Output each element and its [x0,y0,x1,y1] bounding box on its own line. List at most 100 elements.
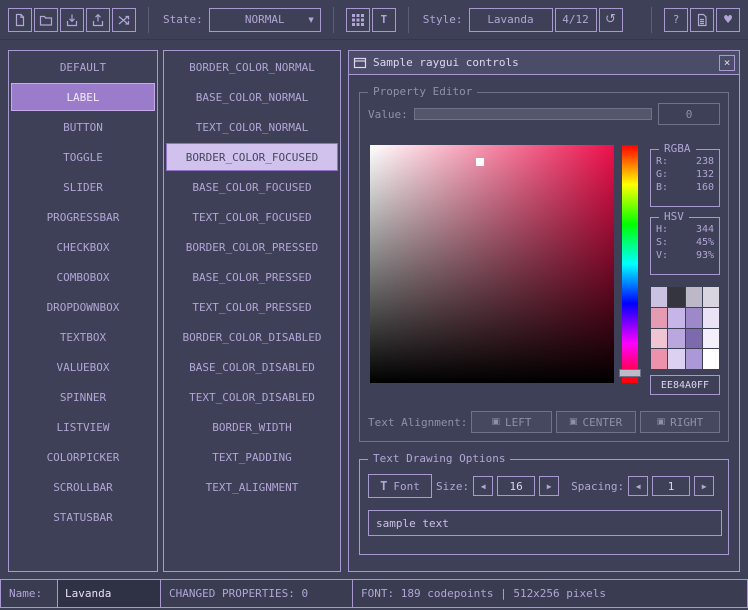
font-button[interactable]: T Font [368,474,432,498]
state-dropdown[interactable]: NORMAL ▼ [209,8,321,32]
font-atlas-button[interactable]: T [372,8,396,32]
folder-open-icon [39,13,53,27]
spacing-value-box[interactable]: 1 [652,476,690,496]
spacing-label: Spacing: [571,480,624,493]
color-swatch[interactable] [651,329,667,349]
color-swatch[interactable] [703,349,719,369]
control-list-item[interactable]: CHECKBOX [11,233,155,261]
style-table-button[interactable] [346,8,370,32]
control-list-item-label: TEXTBOX [60,331,106,344]
control-list-item[interactable]: COMBOBOX [11,263,155,291]
property-list-item[interactable]: TEXT_ALIGNMENT [166,473,338,501]
property-list-item[interactable]: BORDER_COLOR_PRESSED [166,233,338,261]
control-list-item[interactable]: DEFAULT [11,53,155,81]
property-list-item[interactable]: BASE_COLOR_NORMAL [166,83,338,111]
color-swatch[interactable] [703,329,719,349]
about-button[interactable] [690,8,714,32]
color-swatch[interactable] [668,349,684,369]
rgba-blue-row: B: 160 [651,181,719,194]
style-selector[interactable]: Lavanda [469,8,553,32]
property-list-item-label: BASE_COLOR_DISABLED [189,361,315,374]
size-value-box[interactable]: 16 [497,476,535,496]
property-list-item[interactable]: BORDER_COLOR_DISABLED [166,323,338,351]
property-list-item[interactable]: TEXT_COLOR_PRESSED [166,293,338,321]
property-list-item[interactable]: BORDER_COLOR_FOCUSED [166,143,338,171]
document-info-icon [695,13,709,27]
control-list-item[interactable]: VALUEBOX [11,353,155,381]
property-list-item[interactable]: BORDER_WIDTH [166,413,338,441]
control-list-item[interactable]: STATUSBAR [11,503,155,531]
control-list-item[interactable]: DROPDOWNBOX [11,293,155,321]
new-style-button[interactable] [8,8,32,32]
sv-panel[interactable] [370,145,614,383]
spacing-increase-button[interactable]: ▶ [694,476,714,496]
sponsor-button[interactable]: ♥ [716,8,740,32]
hue-bar[interactable] [622,145,638,383]
font-t-icon: T [380,479,387,493]
sample-text-input[interactable] [368,510,722,536]
control-list-item-label: COLORPICKER [47,451,120,464]
export-style-button[interactable] [86,8,110,32]
help-button[interactable]: ? [664,8,688,32]
save-style-button[interactable] [60,8,84,32]
hue-slider-handle[interactable] [619,369,641,377]
property-list-item[interactable]: TEXT_COLOR_NORMAL [166,113,338,141]
shuffle-icon [117,13,131,27]
color-swatch[interactable] [668,329,684,349]
text-drawing-options-title: Text Drawing Options [368,452,510,465]
property-list-item[interactable]: BASE_COLOR_FOCUSED [166,173,338,201]
style-name-input[interactable] [57,579,161,608]
spacing-decrease-button[interactable]: ◀ [628,476,648,496]
color-swatch[interactable] [668,287,684,307]
alignment-button: ▣ LEFT [471,411,551,433]
style-selector-value: Lavanda [487,13,533,26]
color-swatch[interactable] [668,308,684,328]
control-list-item[interactable]: TOGGLE [11,143,155,171]
control-list-item[interactable]: BUTTON [11,113,155,141]
window-titlebar[interactable]: Sample raygui controls × [349,51,739,75]
color-swatch[interactable] [686,329,702,349]
close-button[interactable]: × [719,55,735,71]
color-swatch[interactable] [686,287,702,307]
control-list-item[interactable]: SPINNER [11,383,155,411]
control-list-item[interactable]: LISTVIEW [11,413,155,441]
random-style-button[interactable] [112,8,136,32]
rgba-panel: RGBA R: 238 G: 132 B: 160 [650,149,720,207]
property-list-item[interactable]: TEXT_COLOR_FOCUSED [166,203,338,231]
window-icon [353,56,367,70]
hex-value-box[interactable]: EE84A0FF [650,375,720,395]
size-decrease-button[interactable]: ◀ [473,476,493,496]
property-list-item-label: BORDER_WIDTH [212,421,291,434]
color-swatch[interactable] [703,287,719,307]
color-swatch[interactable] [686,308,702,328]
control-list-item[interactable]: COLORPICKER [11,443,155,471]
property-list-item[interactable]: BASE_COLOR_PRESSED [166,263,338,291]
rgba-green-row: G: 132 [651,168,719,181]
main-toolbar: State: NORMAL ▼ T Style: Lavanda 4/12 ↺ [0,0,748,40]
color-swatch[interactable] [651,349,667,369]
sv-cursor[interactable] [476,158,484,166]
reload-style-button[interactable]: ↺ [599,8,623,32]
control-list-item[interactable]: TEXTBOX [11,323,155,351]
property-editor-title: Property Editor [368,85,477,98]
right-arrow-icon: ▶ [547,482,552,491]
property-list-item[interactable]: BORDER_COLOR_NORMAL [166,53,338,81]
control-list-item[interactable]: LABEL [11,83,155,111]
color-swatch[interactable] [703,308,719,328]
control-list-item[interactable]: SCROLLBAR [11,473,155,501]
color-swatch[interactable] [651,287,667,307]
property-list-item[interactable]: TEXT_PADDING [166,443,338,471]
text-alignment-label: Text Alignment: [368,416,467,429]
control-list-item[interactable]: SLIDER [11,173,155,201]
property-list-item-label: BORDER_COLOR_DISABLED [182,331,321,344]
property-list-item[interactable]: BASE_COLOR_DISABLED [166,353,338,381]
property-list-item[interactable]: TEXT_COLOR_DISABLED [166,383,338,411]
control-list-item-label: CHECKBOX [57,241,110,254]
control-list-item[interactable]: PROGRESSBAR [11,203,155,231]
property-list-item-label: BASE_COLOR_NORMAL [196,91,309,104]
color-swatch[interactable] [686,349,702,369]
color-swatch[interactable] [651,308,667,328]
text-alignment-row: Text Alignment: ▣ LEFT ▣ CENTER [368,411,720,433]
size-increase-button[interactable]: ▶ [539,476,559,496]
load-style-button[interactable] [34,8,58,32]
